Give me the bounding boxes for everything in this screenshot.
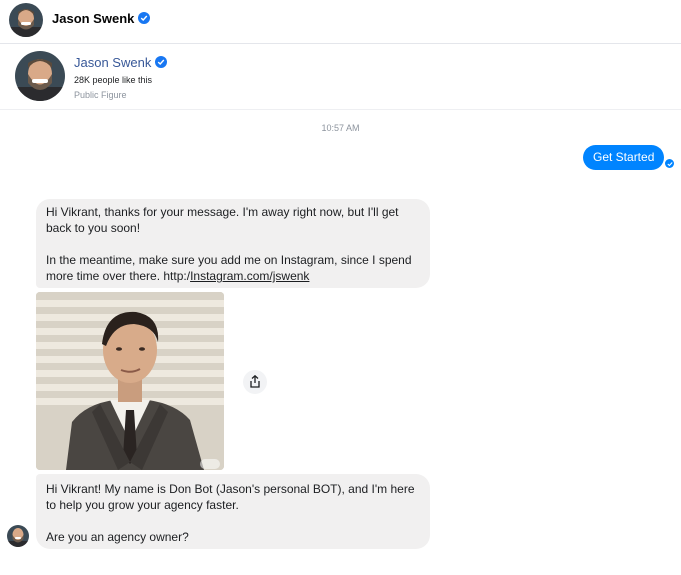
incoming-message: Hi Vikrant! My name is Don Bot (Jason's …: [36, 474, 430, 549]
gif-image: [36, 292, 224, 470]
sender-avatar[interactable]: [7, 525, 29, 547]
share-icon: [250, 375, 260, 388]
verified-badge-icon: [155, 56, 168, 68]
share-button[interactable]: [243, 370, 267, 394]
sent-check-icon: [665, 159, 674, 168]
profile-likes: 28K people like this: [74, 75, 153, 85]
gif-badge-icon: [200, 459, 220, 469]
incoming-message: Hi Vikrant, thanks for your message. I'm…: [36, 199, 430, 288]
get-started-message[interactable]: Get Started: [583, 145, 665, 170]
chat-header: Jason Swenk: [0, 0, 681, 44]
message-text: Hi Vikrant, thanks for your message. I'm…: [46, 205, 412, 283]
message-text: Hi Vikrant! My name is Don Bot (Jason's …: [46, 482, 415, 544]
instagram-link[interactable]: Instagram.com/jswenk: [190, 269, 309, 283]
profile-avatar[interactable]: [15, 51, 65, 101]
verified-badge-icon: [138, 12, 151, 24]
page-profile-card: Jason Swenk 28K people like this Public …: [0, 44, 681, 110]
gif-attachment[interactable]: [36, 292, 224, 470]
header-title[interactable]: Jason Swenk: [52, 11, 151, 26]
message-timestamp: 10:57 AM: [321, 123, 360, 133]
header-avatar[interactable]: [9, 3, 43, 37]
profile-name[interactable]: Jason Swenk: [74, 55, 168, 70]
profile-category: Public Figure: [74, 90, 127, 100]
